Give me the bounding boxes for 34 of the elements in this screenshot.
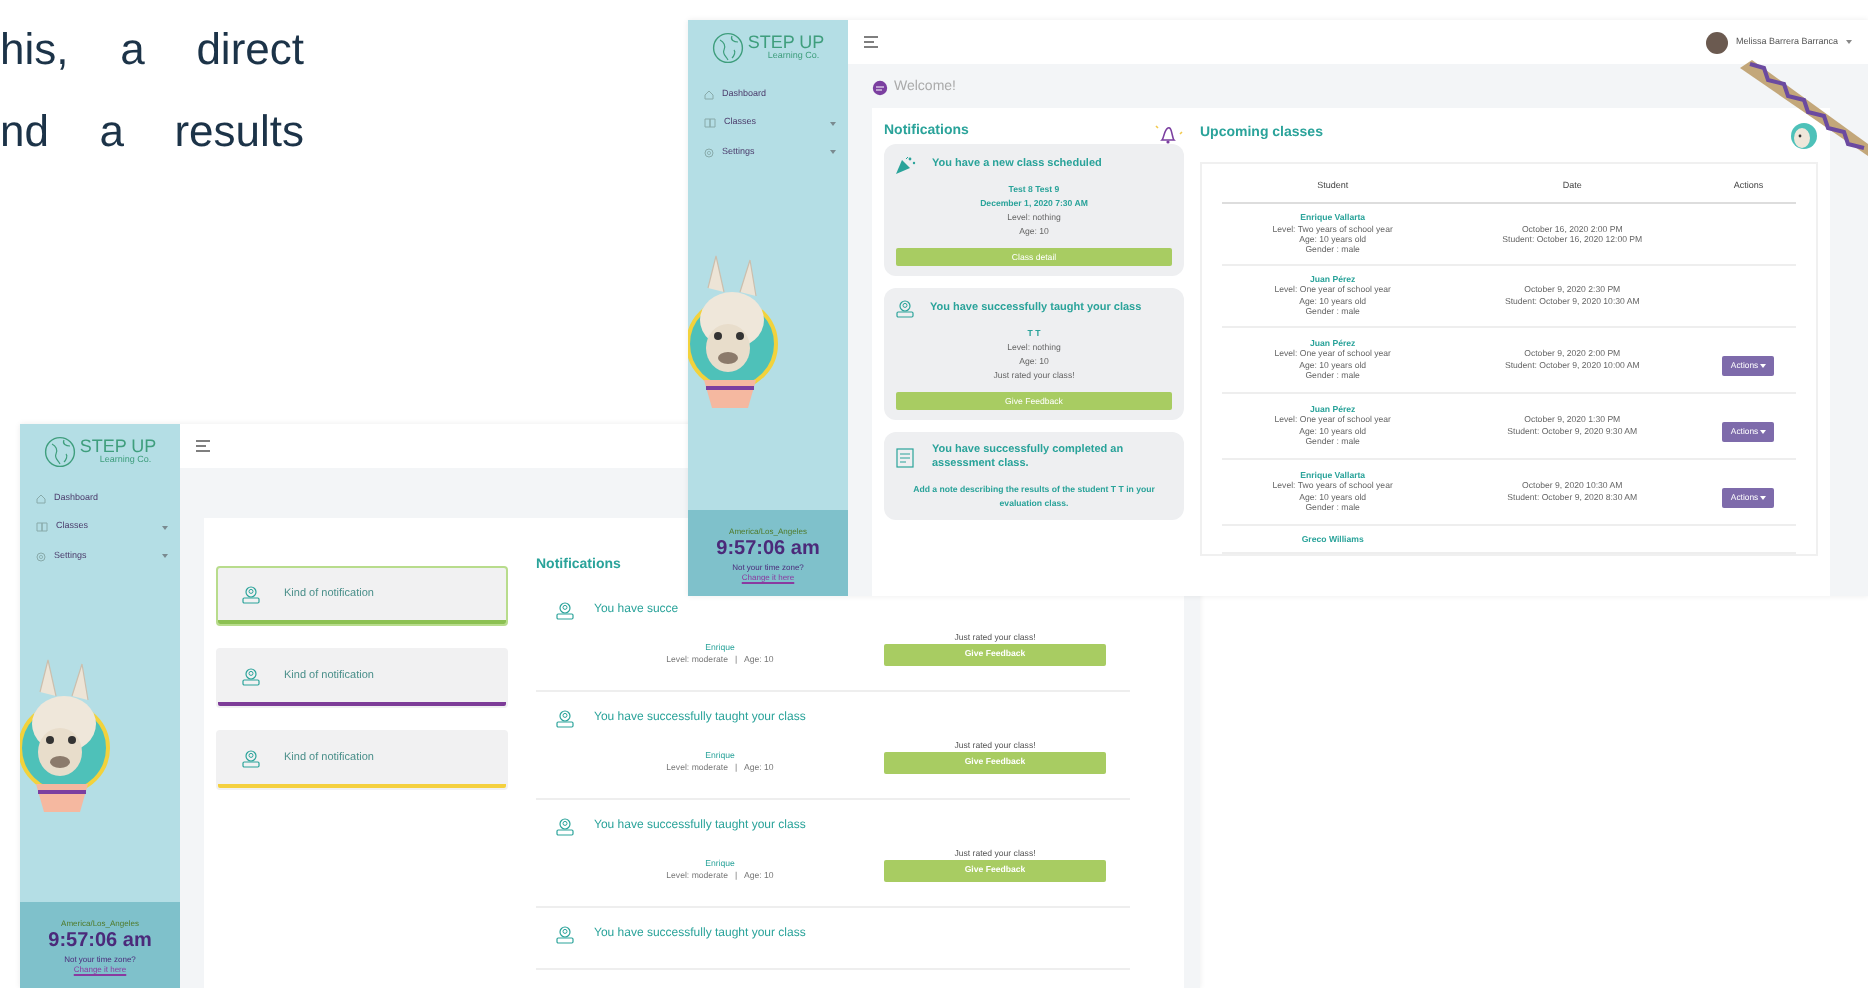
book-icon xyxy=(704,118,716,129)
chat-icon xyxy=(872,80,888,97)
caret-icon xyxy=(1760,363,1767,368)
logo-title: STEP UP xyxy=(79,437,157,454)
intro-text: his, a direct xyxy=(0,22,304,78)
person-icon xyxy=(242,749,260,767)
home-icon xyxy=(704,89,714,100)
book-icon xyxy=(36,522,48,533)
globe-icon xyxy=(711,32,744,64)
party-popper-icon xyxy=(896,155,916,173)
person-icon xyxy=(556,710,574,728)
caret-icon xyxy=(1760,495,1767,500)
menu-icon[interactable] xyxy=(864,36,880,48)
llama-avatar-drawing xyxy=(1790,121,1818,149)
person-icon xyxy=(556,818,574,836)
caret-icon xyxy=(1846,40,1852,44)
avatar-placeholder xyxy=(1705,31,1728,53)
settings-icon xyxy=(36,551,46,562)
menu-icon[interactable] xyxy=(196,440,212,452)
bell-icon xyxy=(1152,121,1184,143)
settings-icon xyxy=(704,147,714,158)
person-icon xyxy=(896,299,914,317)
globe-icon xyxy=(43,436,76,468)
caret-icon xyxy=(1760,429,1767,434)
clock-time: 9:57:06 am xyxy=(48,929,152,953)
intro-text: nd a results xyxy=(0,104,304,160)
logo-title: STEP UP xyxy=(747,33,825,50)
document-icon xyxy=(896,447,916,467)
person-icon xyxy=(242,585,260,603)
person-icon xyxy=(242,667,260,685)
clock-time: 9:57:06 am xyxy=(716,537,820,561)
person-icon xyxy=(556,926,574,944)
person-icon xyxy=(556,602,574,620)
home-icon xyxy=(36,493,46,504)
